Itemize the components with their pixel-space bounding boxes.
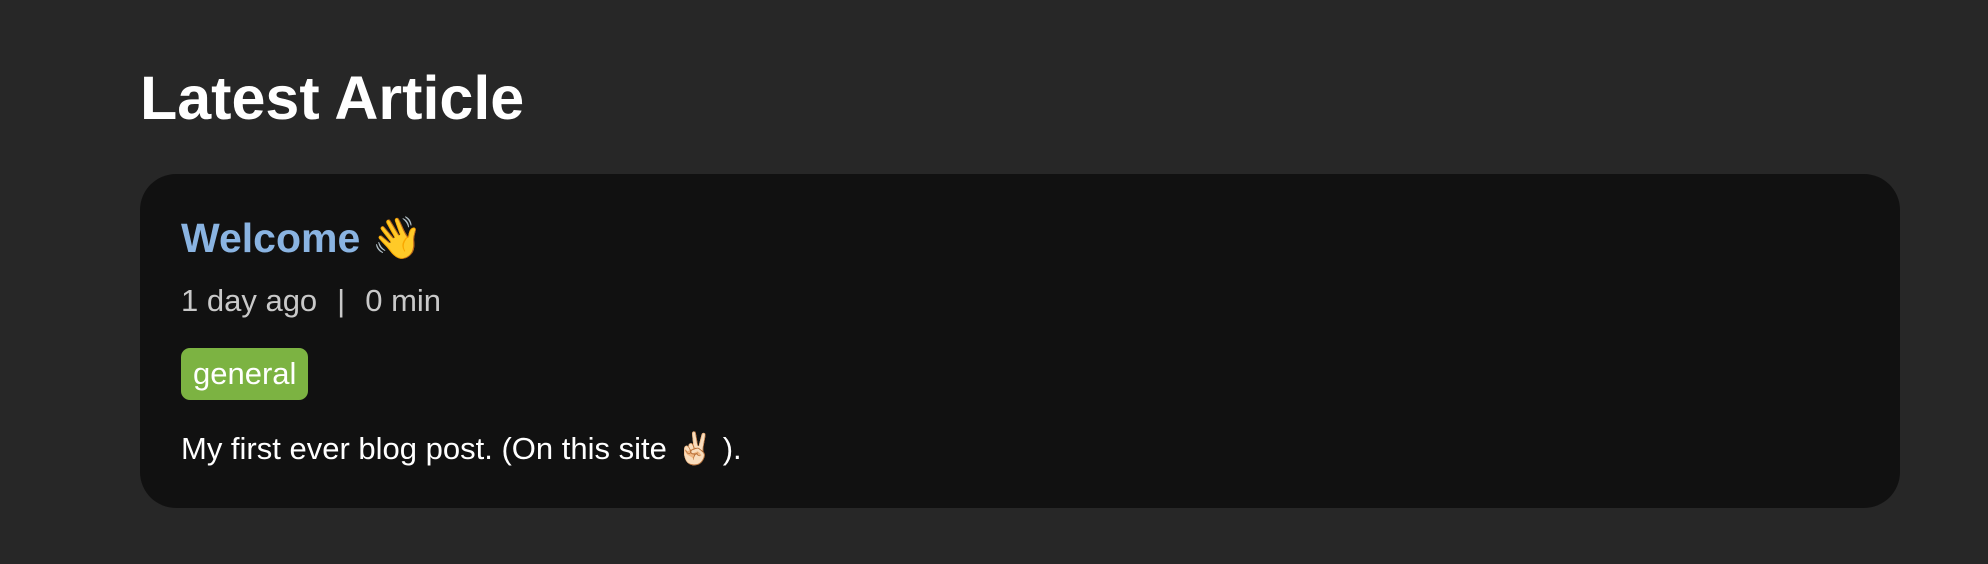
- waving-hand-icon: 👋: [371, 214, 423, 262]
- article-title-link[interactable]: Welcome 👋: [181, 210, 423, 266]
- summary-text: My first ever blog post. (On this site: [181, 431, 667, 466]
- tag-general[interactable]: general: [181, 348, 309, 400]
- article-summary: My first ever blog post. (On this site ✌…: [181, 428, 742, 470]
- victory-hand-icon: ✌🏻: [675, 431, 715, 467]
- meta-separator: |: [337, 283, 346, 318]
- summary-text-end: ).: [722, 431, 742, 466]
- section-title: Latest Article: [140, 64, 525, 132]
- article-date: 1 day ago: [181, 283, 318, 318]
- article-title-text: Welcome: [181, 215, 361, 261]
- article-meta: 1 day ago | 0 min: [181, 280, 441, 322]
- article-read-time: 0 min: [365, 283, 442, 318]
